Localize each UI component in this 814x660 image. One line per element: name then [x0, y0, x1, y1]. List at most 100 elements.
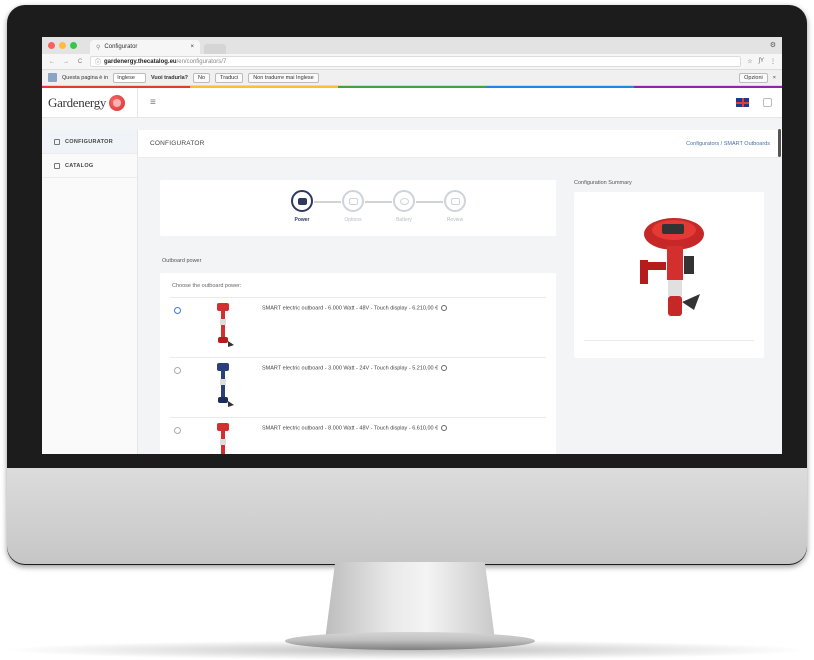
list-item[interactable]: SMART electric outboard - 6.000 Watt - 4… [160, 301, 556, 359]
minimize-window-button[interactable] [59, 42, 66, 49]
tab-close-icon[interactable]: × [190, 44, 194, 50]
url-field[interactable]: ⓘ gardenergy.thecatalog.eu /en/configura… [90, 56, 742, 67]
info-icon[interactable] [441, 365, 448, 371]
page-scrollbar[interactable] [778, 129, 781, 157]
new-tab-button[interactable] [204, 44, 226, 54]
monitor-chin [7, 468, 807, 564]
outboard-radio-3[interactable] [174, 427, 181, 434]
logo-mark-icon [109, 94, 126, 111]
step-connector [365, 201, 392, 203]
translate-prompt: Questa pagina è in [62, 74, 109, 81]
browser-tab[interactable]: ⚲ Configurator × [90, 40, 200, 54]
logo-text: Gardenergy [48, 94, 107, 110]
source-language-select[interactable]: Inglese [113, 72, 146, 83]
outboard-list-card: Choose the outboard power: SMART electri… [160, 273, 556, 454]
screen: ⚲ Configurator × ⚙ ← → C ⓘ gardenergy.th… [42, 37, 782, 454]
url-host: gardenergy.thecatalog.eu [104, 58, 177, 65]
divider [170, 297, 546, 298]
step-label: Review [446, 217, 464, 223]
translate-question: Vuoi tradurla? [150, 74, 189, 81]
outboard-power-heading: Outboard power [162, 258, 202, 264]
url-path: /en/configurators/7 [176, 58, 227, 65]
breadcrumb[interactable]: Configurators / SMART Outboards [686, 141, 770, 147]
translate-options-button[interactable]: Opzioni [739, 72, 768, 83]
reload-icon[interactable]: C [76, 59, 84, 65]
step-circle [291, 190, 313, 212]
bookmark-star-icon[interactable]: ☆ [747, 58, 752, 65]
translate-no-button[interactable]: No [193, 72, 211, 83]
step-options[interactable]: Options [341, 190, 365, 223]
catalog-icon [54, 162, 60, 169]
info-icon[interactable] [441, 305, 448, 311]
uk-flag-icon[interactable] [736, 98, 749, 107]
translate-close-icon[interactable]: × [773, 75, 776, 81]
browser-menu-icon[interactable]: ⋮ [770, 58, 776, 65]
outboard-thumbnail [217, 363, 234, 407]
configurator-icon [54, 138, 60, 145]
configuration-summary-card [574, 192, 764, 358]
sidebar: CONFIGURATOR CATALOG [42, 130, 138, 454]
site-info-icon[interactable]: ⓘ [95, 57, 101, 66]
info-icon[interactable] [441, 425, 448, 431]
monitor-stand [325, 562, 495, 640]
translate-bar: Questa pagina è in Inglese Vuoi tradurla… [42, 70, 782, 86]
battery-icon [399, 197, 409, 205]
never-translate-button[interactable]: Non tradurre mai Inglese [248, 72, 319, 83]
logo[interactable]: Gardenergy [42, 87, 138, 118]
step-label: Battery [396, 217, 412, 223]
step-review[interactable]: Review [443, 190, 467, 223]
step-circle [444, 190, 466, 212]
choose-outboard-label: Choose the outboard power: [172, 283, 242, 289]
extension-icon[interactable]: ʃY [759, 58, 764, 65]
main-content: CONFIGURATOR Configurators / SMART Outbo… [138, 130, 782, 454]
zoom-window-button[interactable] [70, 42, 77, 49]
forward-icon[interactable]: → [62, 59, 70, 65]
step-connector [314, 201, 341, 203]
profile-icon[interactable]: ⚙ [770, 41, 776, 49]
stepper: Power Options Battery Review [290, 190, 467, 223]
app-header: Gardenergy ≡ [42, 87, 782, 118]
options-icon [348, 197, 358, 205]
page-header: CONFIGURATOR Configurators / SMART Outbo… [138, 130, 782, 158]
outboard-radio-2[interactable] [174, 367, 181, 374]
user-menu-icon[interactable] [763, 98, 772, 107]
divider [584, 340, 754, 341]
step-connector [416, 201, 443, 203]
sidebar-item-catalog[interactable]: CATALOG [42, 154, 137, 178]
close-window-button[interactable] [48, 42, 55, 49]
outboard-thumbnail [217, 303, 234, 347]
window-controls [48, 42, 77, 49]
list-item[interactable]: SMART electric outboard - 8.000 Watt - 4… [160, 421, 556, 454]
list-item[interactable]: SMART electric outboard - 3.000 Watt - 2… [160, 361, 556, 419]
divider [170, 417, 546, 418]
outboard-product-image [640, 218, 704, 316]
outboard-radio-1[interactable] [174, 307, 181, 314]
translate-button[interactable]: Traduci [215, 72, 244, 83]
step-label: Power [294, 217, 310, 223]
sidebar-item-label: CONFIGURATOR [65, 138, 114, 145]
address-bar: ← → C ⓘ gardenergy.thecatalog.eu /en/con… [42, 54, 782, 70]
translate-icon [48, 73, 57, 82]
browser-titlebar: ⚲ Configurator × ⚙ [42, 37, 782, 54]
hamburger-menu-icon[interactable]: ≡ [150, 97, 156, 108]
configuration-summary-heading: Configuration Summary [574, 180, 632, 186]
power-icon [297, 197, 307, 205]
outboard-option-label: SMART electric outboard - 6.000 Watt - 4… [262, 305, 439, 312]
outboard-option-label: SMART electric outboard - 3.000 Watt - 2… [262, 365, 439, 372]
step-label: Options [344, 217, 362, 223]
sidebar-item-label: CATALOG [65, 162, 94, 169]
outboard-option-text: SMART electric outboard - 6.000 Watt - 4… [262, 305, 448, 312]
outboard-option-text: SMART electric outboard - 8.000 Watt - 4… [262, 425, 448, 432]
outboard-option-text: SMART electric outboard - 3.000 Watt - 2… [262, 365, 448, 372]
divider [170, 357, 546, 358]
outboard-thumbnail [217, 423, 229, 454]
step-power[interactable]: Power [290, 190, 314, 223]
sidebar-item-configurator[interactable]: CONFIGURATOR [42, 130, 137, 154]
step-battery[interactable]: Battery [392, 190, 416, 223]
outboard-option-label: SMART electric outboard - 8.000 Watt - 4… [262, 425, 439, 432]
tab-title: Configurator [104, 44, 138, 50]
stepper-card: Power Options Battery Review [160, 180, 556, 236]
review-icon [450, 197, 460, 205]
back-icon[interactable]: ← [48, 59, 56, 65]
step-circle [342, 190, 364, 212]
